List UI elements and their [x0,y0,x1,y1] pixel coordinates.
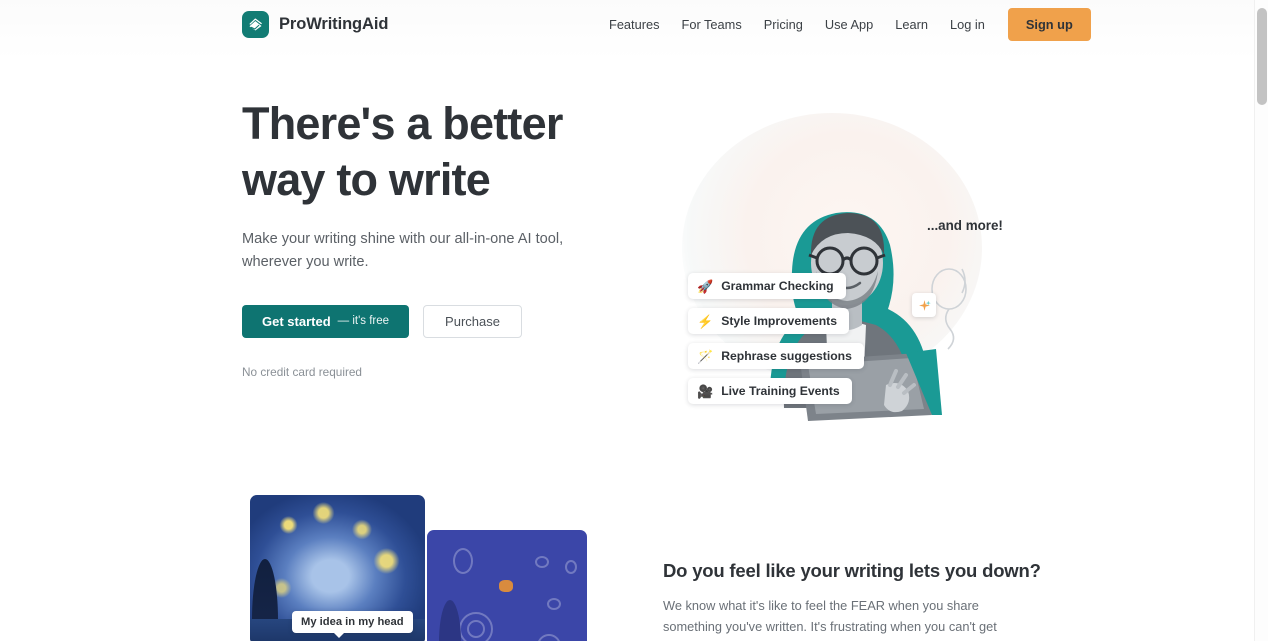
no-credit-card-note: No credit card required [242,364,362,379]
page-scrollbar[interactable] [1254,0,1268,641]
doodle-shape [565,560,577,574]
feature-badge-label: Grammar Checking [721,279,834,293]
get-started-free-note: — it's free [337,315,390,328]
hero-cta-group: Get started — it's free Purchase [242,304,612,338]
idea-caption: My idea in my head [292,611,413,638]
hero-illustration: ...and more! 🚀 🚀 Grammar Checking ⚡ [650,103,1050,433]
cypress-shape [439,600,461,641]
feature-badge-style-improvements[interactable]: ⚡ Style Improvements [688,308,850,334]
hero-section: There's a better way to write Make your … [0,48,1254,458]
feature-badge-live-training-events[interactable]: 🎥 Live Training Events [688,378,852,404]
lower-section-body: We know what it's like to feel the FEAR … [663,598,997,641]
feature-badge-label: Style Improvements [721,314,838,328]
hero-subtitle: Make your writing shine with our all-in-… [242,228,572,274]
feature-badge-list: 🚀 Grammar Checking ⚡ Style Improvements … [688,273,864,404]
nav-item-use-app[interactable]: Use App [814,11,884,38]
doodle-spiral [467,620,485,638]
get-started-button[interactable]: Get started — it's free [242,304,410,338]
nav-item-for-teams[interactable]: For Teams [671,11,753,38]
get-started-label: Get started [262,313,331,329]
hero-copy: There's a better way to write Make your … [242,96,612,379]
nav-item-learn[interactable]: Learn [884,11,939,38]
site-header: ProWritingAid Features For Teams Pricing… [0,0,1254,48]
nav-item-log-in[interactable]: Log in [939,11,996,38]
doodle-shape [547,598,561,610]
writing-lets-you-down-section: My idea in my head Do you feel like your… [0,470,1254,641]
doodle-orange-dot [499,580,513,592]
brand-logo-link[interactable]: ProWritingAid [242,10,389,38]
book-pages-icon [242,10,269,38]
doodle-shape [453,548,473,574]
browser-viewport: ProWritingAid Features For Teams Pricing… [0,0,1268,641]
flat-blue-drawing-image [427,530,587,641]
sign-up-button[interactable]: Sign up [1007,7,1091,41]
lower-copy: Do you feel like your writing lets you d… [663,560,1041,641]
hero-title-line-1: There's a better [242,98,563,149]
lower-section-title: Do you feel like your writing lets you d… [663,560,1041,581]
page-content: ProWritingAid Features For Teams Pricing… [0,0,1254,641]
brand-name: ProWritingAid [279,14,389,33]
movie-camera-icon: 🎥 [697,383,714,399]
sparkle-icon: 🚀 [912,293,936,317]
scrollbar-thumb[interactable] [1257,8,1267,105]
purchase-button[interactable]: Purchase [423,304,522,338]
idea-comparison-images: My idea in my head [242,495,602,641]
feature-badge-label: Rephrase suggestions [721,349,852,363]
doodle-spiral [537,634,561,641]
hero-title-line-2: way to write [242,153,491,205]
hero-subtitle-line-2: wherever you write. [242,253,369,270]
rocket-icon: 🚀 [697,278,714,294]
nav-item-features[interactable]: Features [598,11,671,38]
feature-badge-label: Live Training Events [721,384,840,398]
hero-subtitle-line-1: Make your writing shine with our all-in-… [242,230,564,247]
and-more-annotation: ...and more! [927,218,1003,233]
lightning-icon: ⚡ [697,313,714,329]
nav-item-pricing[interactable]: Pricing [753,11,814,38]
magic-wand-icon: 🪄 [697,348,714,364]
feature-badge-rephrase-suggestions[interactable]: 🪄 Rephrase suggestions [688,343,864,369]
primary-navigation: Features For Teams Pricing Use App Learn… [598,7,1091,41]
feature-badge-grammar-checking[interactable]: 🚀 Grammar Checking [688,273,846,299]
doodle-shape [535,556,549,568]
hero-title: There's a better way to write [242,96,612,208]
